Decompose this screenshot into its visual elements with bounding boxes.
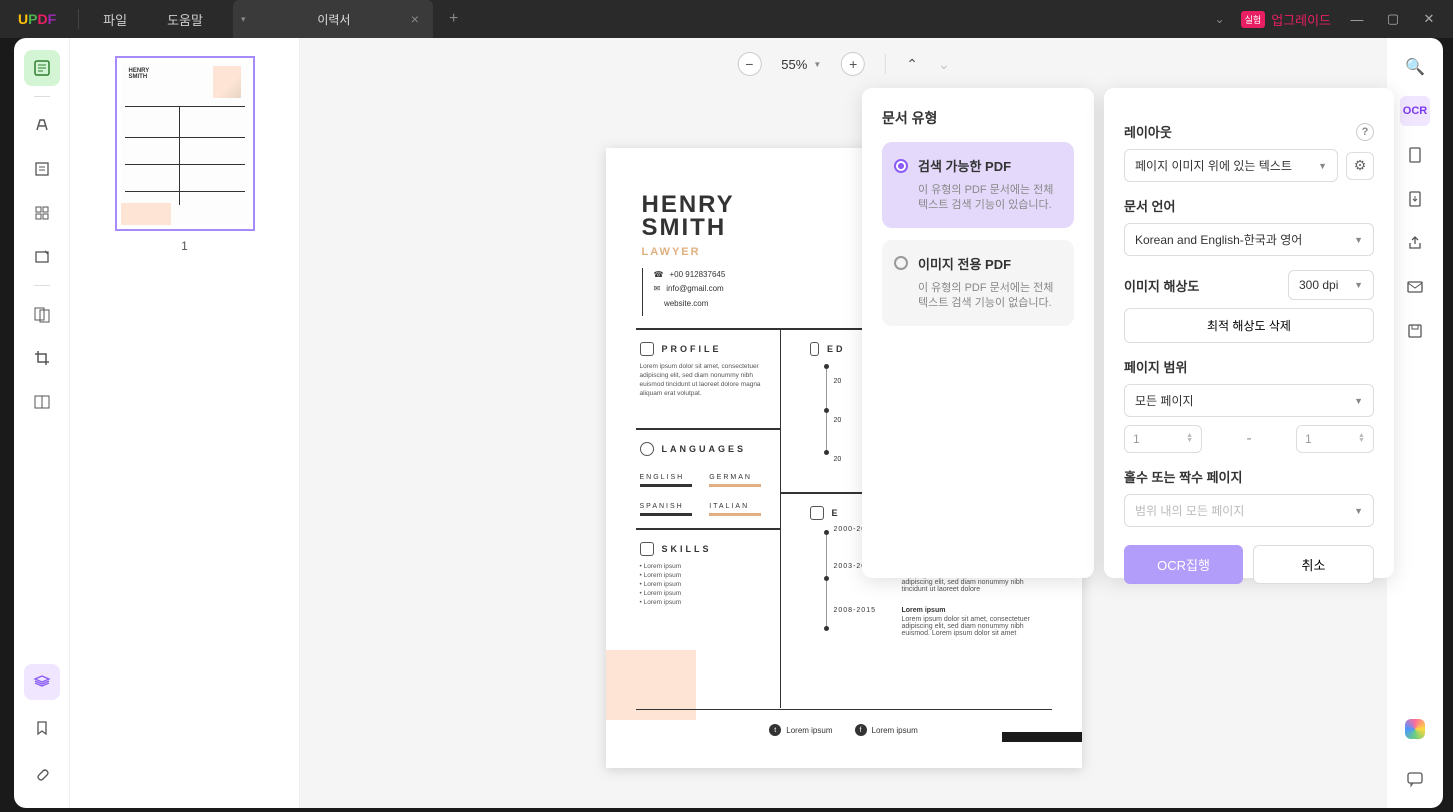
thumbnail-page-number: 1 bbox=[181, 239, 188, 253]
profile-text: Lorem ipsum dolor sit amet, consectetuer… bbox=[640, 362, 770, 398]
radio-icon bbox=[894, 159, 908, 173]
parity-select[interactable]: 범위 내의 모든 페이지▼ bbox=[1124, 494, 1374, 527]
divider bbox=[78, 9, 79, 29]
tab-dropdown-icon[interactable]: ▾ bbox=[241, 14, 246, 25]
education-heading: ED bbox=[810, 342, 846, 356]
organize-tool[interactable] bbox=[24, 195, 60, 231]
range-to-input[interactable]: 1▲▼ bbox=[1296, 425, 1374, 453]
maximize-button[interactable]: ▢ bbox=[1383, 11, 1403, 27]
titlebar: UPDF 파일 도움말 ▾ 이력서 × + ⌄ 실험 업그레이드 — ▢ ✕ bbox=[0, 0, 1453, 38]
menu-help[interactable]: 도움말 bbox=[147, 10, 223, 29]
parity-heading: 홀수 또는 짝수 페이지 bbox=[1124, 467, 1242, 486]
range-from-input[interactable]: 1▲▼ bbox=[1124, 425, 1202, 453]
doctype-heading: 문서 유형 bbox=[882, 108, 1074, 128]
reset-resolution-button[interactable]: 최적 해상도 삭제 bbox=[1124, 308, 1374, 343]
page-range-heading: 페이지 범위 bbox=[1124, 357, 1187, 376]
ai-button[interactable] bbox=[1400, 714, 1430, 744]
ocr-settings-panel: 레이아웃? 페이지 이미지 위에 있는 텍스트▼ ⚙ 문서 언어 Korean … bbox=[1104, 88, 1394, 578]
help-icon[interactable]: ? bbox=[1356, 123, 1374, 141]
canvas-toolbar: − 55%▼ + ⌃ ⌄ bbox=[737, 52, 949, 76]
edit-tool[interactable] bbox=[24, 151, 60, 187]
separator bbox=[885, 54, 886, 74]
resolution-select[interactable]: 300 dpi▼ bbox=[1288, 270, 1374, 300]
close-button[interactable]: ✕ bbox=[1419, 11, 1439, 27]
comment-icon[interactable] bbox=[1400, 764, 1430, 794]
mail-icon[interactable] bbox=[1400, 272, 1430, 302]
zoom-level[interactable]: 55%▼ bbox=[781, 57, 821, 72]
skills-heading: SKILLS bbox=[640, 542, 770, 556]
upgrade-label: 업그레이드 bbox=[1271, 10, 1331, 29]
compare-tool[interactable] bbox=[24, 384, 60, 420]
languages-heading: LANGUAGES bbox=[640, 442, 776, 456]
searchable-pdf-option[interactable]: 검색 가능한 PDF 이 유형의 PDF 문서에는 전체 텍스트 검색 기능이 … bbox=[882, 142, 1074, 228]
fit-page-icon[interactable]: ⌃ bbox=[906, 56, 918, 73]
document-type-panel: 문서 유형 검색 가능한 PDF 이 유형의 PDF 문서에는 전체 텍스트 검… bbox=[862, 88, 1094, 578]
resume-role: LAWYER bbox=[642, 246, 701, 258]
gear-icon[interactable]: ⚙ bbox=[1346, 152, 1374, 180]
page-down-icon[interactable]: ⌄ bbox=[938, 56, 950, 73]
redact-tool[interactable] bbox=[24, 296, 60, 332]
search-icon[interactable]: 🔍 bbox=[1400, 52, 1430, 82]
new-tab-button[interactable]: + bbox=[433, 10, 474, 28]
ocr-tool[interactable]: OCR bbox=[1400, 96, 1430, 126]
run-ocr-button[interactable]: OCR집행 bbox=[1124, 545, 1243, 584]
page-range-select[interactable]: 모든 페이지▼ bbox=[1124, 384, 1374, 417]
upgrade-button[interactable]: 실험 업그레이드 bbox=[1241, 10, 1331, 29]
layout-select[interactable]: 페이지 이미지 위에 있는 텍스트▼ bbox=[1124, 149, 1338, 182]
caret-down-icon: ▼ bbox=[813, 60, 821, 69]
tab-close-icon[interactable]: × bbox=[411, 11, 419, 27]
attachment-button[interactable] bbox=[24, 756, 60, 792]
right-toolbar: 🔍 OCR bbox=[1387, 38, 1443, 808]
export-icon[interactable] bbox=[1400, 184, 1430, 214]
layout-heading: 레이아웃 bbox=[1124, 122, 1172, 141]
highlight-tool[interactable] bbox=[24, 107, 60, 143]
image-only-pdf-option[interactable]: 이미지 전용 PDF 이 유형의 PDF 문서에는 전체 텍스트 검색 기능이 … bbox=[882, 240, 1074, 326]
upgrade-badge: 실험 bbox=[1241, 11, 1266, 28]
form-tool[interactable] bbox=[24, 239, 60, 275]
cancel-button[interactable]: 취소 bbox=[1253, 545, 1374, 584]
layers-button[interactable] bbox=[24, 664, 60, 700]
minimize-button[interactable]: — bbox=[1347, 12, 1367, 27]
resume-name: HENRYSMITH bbox=[642, 194, 735, 240]
separator bbox=[34, 96, 50, 97]
radio-icon bbox=[894, 256, 908, 270]
tab-title: 이력서 bbox=[257, 11, 411, 28]
chevron-down-icon[interactable]: ⌄ bbox=[1215, 12, 1225, 26]
language-heading: 문서 언어 bbox=[1124, 196, 1175, 215]
zoom-in-button[interactable]: + bbox=[841, 52, 865, 76]
app-logo: UPDF bbox=[0, 11, 74, 27]
thumbnail-panel: HENRYSMITH 1 bbox=[70, 38, 300, 808]
facebook-icon: f bbox=[855, 724, 867, 736]
bookmark-button[interactable] bbox=[24, 710, 60, 746]
menu-file[interactable]: 파일 bbox=[83, 10, 147, 29]
save-icon[interactable] bbox=[1400, 316, 1430, 346]
crop-tool[interactable] bbox=[24, 340, 60, 376]
contact-info: ☎+00 912837645 ✉info@gmail.com website.c… bbox=[654, 268, 726, 311]
left-toolbar bbox=[14, 38, 70, 808]
share-icon[interactable] bbox=[1400, 228, 1430, 258]
profile-heading: PROFILE bbox=[640, 342, 770, 356]
zoom-out-button[interactable]: − bbox=[737, 52, 761, 76]
twitter-icon: t bbox=[769, 724, 781, 736]
resolution-heading: 이미지 해상도 bbox=[1124, 276, 1199, 295]
language-select[interactable]: Korean and English-한국과 영어▼ bbox=[1124, 223, 1374, 256]
main-area: HENRYSMITH 1 − 55%▼ + ⌃ ⌄ bbox=[14, 38, 1443, 808]
reader-tool[interactable] bbox=[24, 50, 60, 86]
separator bbox=[34, 285, 50, 286]
document-tab[interactable]: ▾ 이력서 × bbox=[233, 0, 433, 38]
page-thumbnail[interactable]: HENRYSMITH bbox=[115, 56, 255, 231]
experience-heading: E bbox=[810, 506, 846, 520]
file-icon[interactable] bbox=[1400, 140, 1430, 170]
